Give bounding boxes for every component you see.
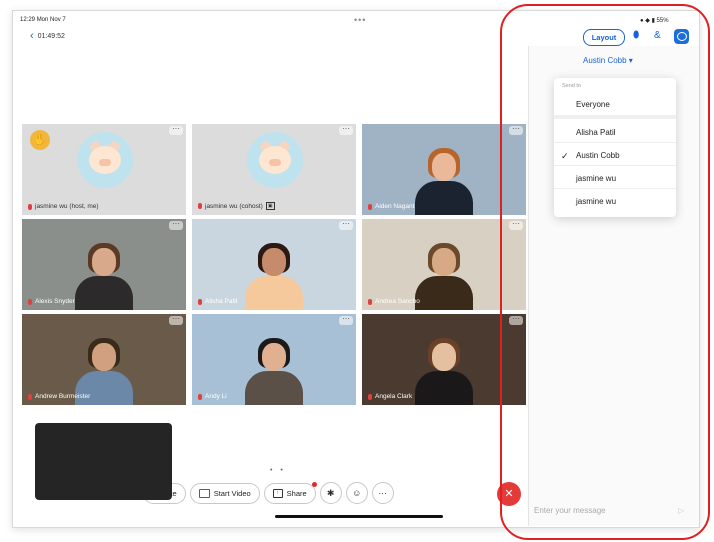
mic-muted-icon <box>368 203 372 210</box>
participant-tile[interactable]: ··· jasmine wu (cohost) ▣ <box>192 124 356 215</box>
participant-tile[interactable]: ··· Andy Li <box>192 314 356 405</box>
participant-tile[interactable]: ··· Aiden Nagant <box>362 124 526 215</box>
dropdown-option[interactable]: jasmine wu <box>554 169 676 189</box>
smiley-icon[interactable]: ☺ <box>345 482 368 504</box>
mic-muted-icon <box>28 298 32 305</box>
more-options-icon[interactable]: ··· <box>339 125 353 135</box>
mic-muted-icon <box>198 393 202 400</box>
participant-tile[interactable]: ✋ ··· jasmine wu (host, me) <box>22 124 186 215</box>
bluetooth-icon[interactable]: ✱ <box>319 482 342 504</box>
mic-muted-icon <box>28 203 32 210</box>
message-input[interactable]: Enter your message <box>534 506 606 515</box>
checkmark-icon: ✓ <box>561 151 569 161</box>
participant-name: Andrew Burmeister <box>28 393 90 400</box>
participant-name: Andrea Sancho <box>368 298 420 305</box>
status-battery: ● ◆ ▮ 55% <box>640 18 669 24</box>
mic-muted-icon <box>368 393 372 400</box>
dropdown-option[interactable]: ✓ Austin Cobb <box>554 146 676 166</box>
more-options-icon[interactable]: ··· <box>509 315 523 325</box>
more-options-icon[interactable]: ··· <box>509 125 523 135</box>
video-grid: ✋ ··· jasmine wu (host, me) ··· jasmine … <box>22 124 528 408</box>
dropdown-option[interactable]: Alisha Patil <box>554 123 676 143</box>
participant-tile[interactable]: ··· Andrew Burmeister <box>22 314 186 405</box>
more-options-icon[interactable]: ··· <box>169 220 183 230</box>
video-off-icon <box>198 488 210 498</box>
more-dots-icon[interactable]: ••• <box>354 15 366 25</box>
layout-button[interactable]: Layout <box>583 29 625 46</box>
status-time: 12:29 Mon Nov 7 <box>20 17 66 23</box>
more-options-icon[interactable]: ··· <box>509 220 523 230</box>
close-icon[interactable]: ✕ <box>497 482 521 506</box>
participant-tile[interactable]: ··· Alisha Patil <box>192 219 356 310</box>
participant-name: Alexis Snyder <box>28 298 75 305</box>
back-button[interactable]: ‹ 01:49:52 <box>30 30 65 42</box>
self-view-video[interactable] <box>35 423 172 500</box>
send-to-header: Send to <box>562 83 581 89</box>
participant-name: jasmine wu (cohost) ▣ <box>198 202 275 210</box>
raise-hand-icon: ✋ <box>30 130 50 150</box>
home-indicator <box>275 515 443 518</box>
recipient-selector[interactable]: Austin Cobb ▾ <box>583 56 633 65</box>
send-icon[interactable]: ▷ <box>678 506 684 515</box>
participant-name: Angela Clark <box>368 393 412 400</box>
avatar <box>77 132 133 188</box>
more-options-icon[interactable]: ··· <box>339 315 353 325</box>
participants-icon[interactable]: & <box>654 30 661 41</box>
more-options-icon[interactable]: ··· <box>169 125 183 135</box>
chat-icon[interactable] <box>674 29 689 44</box>
participant-name: Alisha Patil <box>198 298 237 305</box>
dropdown-option[interactable]: jasmine wu <box>554 192 676 212</box>
participant-name: Aiden Nagant <box>368 203 414 210</box>
mic-muted-icon <box>198 298 202 305</box>
share-icon: ↑ <box>272 488 283 498</box>
share-button[interactable]: ↑ Share <box>263 481 317 504</box>
avatar <box>247 132 303 188</box>
chevron-left-icon: ‹ <box>30 30 34 42</box>
mic-muted-icon <box>198 203 202 209</box>
ellipsis-icon[interactable]: ··· <box>371 482 394 504</box>
meeting-timer: 01:49:52 <box>37 33 65 40</box>
participant-tile[interactable]: ··· Angela Clark <box>362 314 526 405</box>
participant-tile[interactable]: ··· Andrea Sancho <box>362 219 526 310</box>
dropdown-option[interactable]: Everyone <box>554 95 676 119</box>
mic-muted-icon <box>28 393 32 400</box>
participant-name: Andy Li <box>198 393 227 400</box>
participant-tile[interactable]: ··· Alexis Snyder <box>22 219 186 310</box>
shield-icon[interactable]: ⬮ <box>633 30 639 41</box>
participant-name: jasmine wu (host, me) <box>28 203 99 210</box>
more-options-icon[interactable]: ··· <box>169 315 183 325</box>
notification-dot <box>311 481 317 487</box>
page-indicator[interactable]: • • <box>270 467 286 474</box>
start-video-button[interactable]: Start Video <box>189 482 260 504</box>
more-options-icon[interactable]: ··· <box>339 220 353 230</box>
mic-muted-icon <box>368 298 372 305</box>
send-to-dropdown: Send to Everyone Alisha Patil ✓ Austin Co… <box>554 78 676 217</box>
